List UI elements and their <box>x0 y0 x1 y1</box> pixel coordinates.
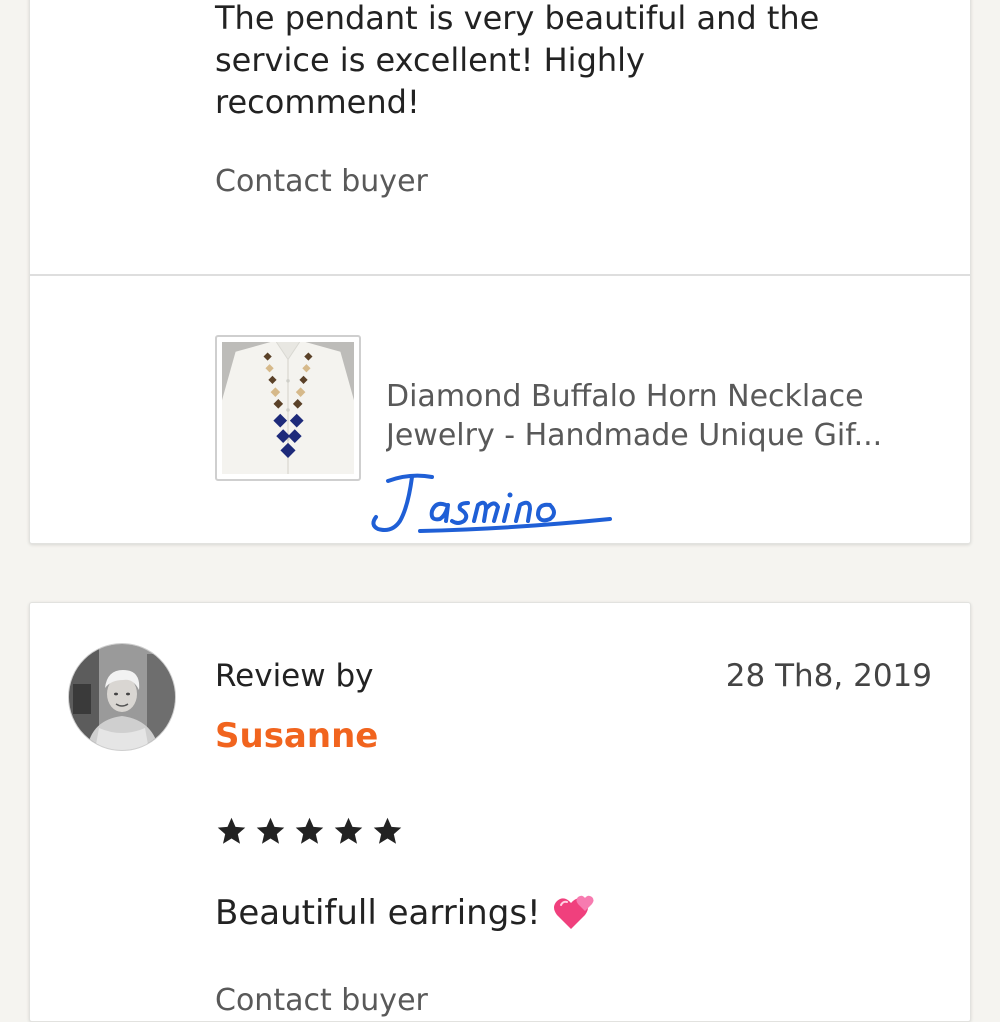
product-title-line-1: Diamond Buffalo Horn Necklace <box>386 379 864 414</box>
star-icon <box>334 817 363 844</box>
review-card: Review by Susanne 28 Th8, 2019 Beautiful… <box>29 602 971 1022</box>
product-title-line-2: Jewelry - Handmade Unique Gif... <box>386 418 883 453</box>
star-icon <box>256 817 285 844</box>
review-card-previous: The pendant is very beautiful and the se… <box>29 0 971 544</box>
contact-buyer-link[interactable]: Contact buyer <box>215 983 428 1018</box>
review-date: 28 Th8, 2019 <box>725 658 932 694</box>
contact-buyer-link[interactable]: Contact buyer <box>215 164 428 199</box>
product-thumbnail[interactable] <box>215 335 361 481</box>
review-text-content: Beautifull earrings! <box>215 893 541 933</box>
product-title-link[interactable]: Diamond Buffalo Horn Necklace Jewelry - … <box>386 377 946 455</box>
review-by-label: Review by <box>215 658 374 694</box>
divider <box>30 274 970 276</box>
necklace-product-image <box>222 342 354 474</box>
reviewer-name-link[interactable]: Susanne <box>215 716 378 756</box>
jasmino-watermark-logo <box>360 459 640 547</box>
review-text: Beautifull earrings! <box>215 893 597 933</box>
star-icon <box>373 817 402 844</box>
review-text: The pendant is very beautiful and the se… <box>215 0 820 121</box>
reviewer-avatar[interactable] <box>68 643 176 751</box>
star-rating <box>215 815 404 848</box>
star-icon <box>295 817 324 844</box>
star-icon <box>217 817 246 844</box>
two-hearts-emoji-icon <box>553 895 594 929</box>
